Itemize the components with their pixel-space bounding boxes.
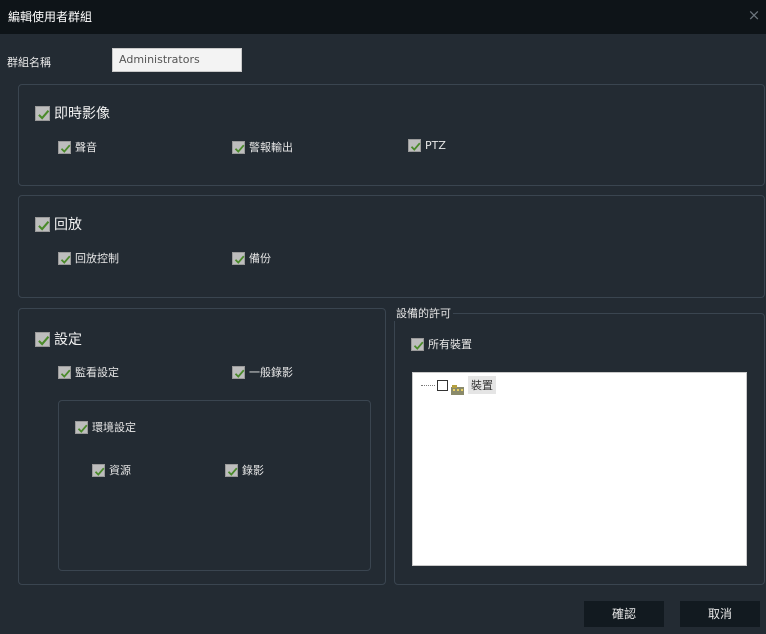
live-view-checkbox[interactable]: 即時影像 [35,103,110,123]
playback-checkbox[interactable]: 回放 [35,214,82,234]
playback-control-label: 回放控制 [75,252,119,265]
settings-label: 設定 [54,332,82,348]
check-icon [232,365,245,379]
check-icon [408,139,421,152]
check-icon [75,420,88,434]
group-name-label: 群組名稱 [7,56,51,69]
playback-panel [18,195,765,298]
check-icon [58,251,71,265]
dialog-title: 編輯使用者群組 [8,10,93,24]
all-devices-label: 所有裝置 [428,338,472,351]
check-icon [232,140,245,154]
check-icon [35,105,50,121]
device-group-icon [451,380,465,395]
backup-label: 備份 [249,252,271,265]
recording-checkbox[interactable]: 錄影 [225,462,264,478]
alarm-output-checkbox[interactable]: 警報輸出 [232,139,293,155]
check-icon [58,365,71,379]
settings-checkbox[interactable]: 設定 [35,329,82,349]
group-name-input[interactable]: Administrators [112,48,242,72]
check-icon [35,216,50,232]
tree-connector [421,384,435,386]
alarm-output-label: 警報輸出 [249,141,293,154]
environment-settings-checkbox[interactable]: 環境設定 [75,419,136,435]
monitor-settings-checkbox[interactable]: 監看設定 [58,364,119,380]
playback-control-checkbox[interactable]: 回放控制 [58,250,119,266]
check-icon [411,337,424,351]
tree-node-label: 裝置 [468,376,496,394]
device-tree[interactable]: 裝置 [412,372,747,566]
audio-checkbox[interactable]: 聲音 [58,139,97,155]
general-recording-checkbox[interactable]: 一般錄影 [232,364,293,380]
check-icon [35,331,50,347]
tree-node-devices[interactable]: 裝置 [421,376,496,395]
live-view-panel [18,84,765,186]
resources-checkbox[interactable]: 資源 [92,462,131,478]
device-permission-legend: 設備的許可 [394,305,453,321]
playback-label: 回放 [54,217,82,233]
recording-label: 錄影 [242,464,264,477]
cancel-button[interactable]: 取消 [680,601,760,627]
title-bar: 編輯使用者群組 × [0,0,766,34]
check-icon [225,463,238,477]
check-icon [232,251,245,265]
ptz-label: PTZ [425,139,446,152]
ptz-checkbox[interactable]: PTZ [408,139,446,152]
environment-settings-label: 環境設定 [92,421,136,434]
check-icon [58,140,71,154]
all-devices-checkbox[interactable]: 所有裝置 [411,336,472,352]
audio-label: 聲音 [75,141,97,154]
close-icon[interactable]: × [746,6,762,24]
monitor-settings-label: 監看設定 [75,366,119,379]
resources-label: 資源 [109,464,131,477]
live-view-label: 即時影像 [54,106,110,122]
general-recording-label: 一般錄影 [249,366,293,379]
backup-checkbox[interactable]: 備份 [232,250,271,266]
check-icon [92,463,105,477]
confirm-button[interactable]: 確認 [584,601,664,627]
tree-node-checkbox[interactable] [437,379,448,391]
